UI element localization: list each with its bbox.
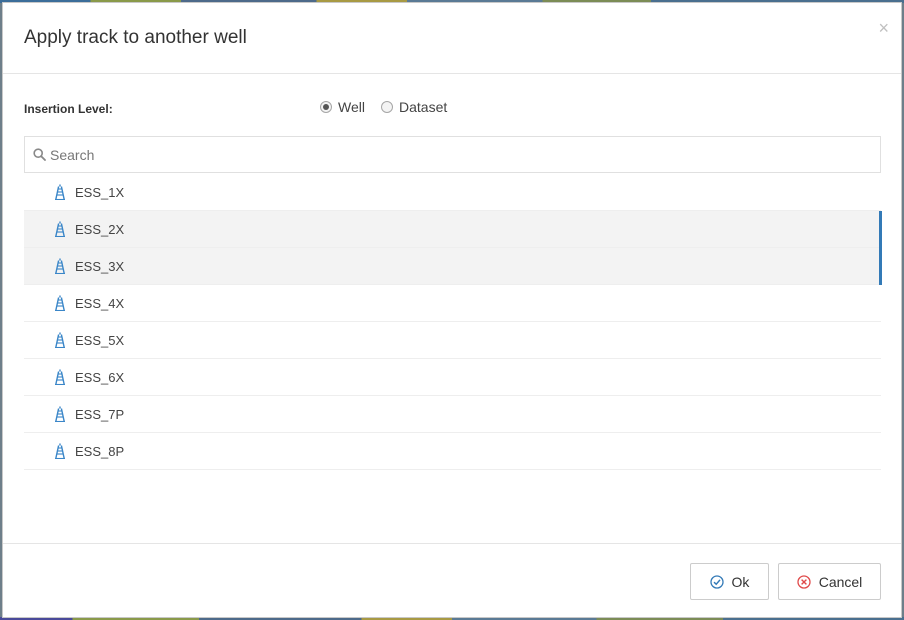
well-list-item[interactable]: ESS_3X — [24, 248, 882, 285]
well-list-item[interactable]: ESS_6X — [24, 359, 881, 396]
well-name: ESS_2X — [75, 221, 125, 237]
well-name: ESS_6X — [75, 369, 125, 385]
dialog-header: Apply track to another well × — [3, 3, 901, 74]
radio-well[interactable]: Well — [320, 99, 365, 115]
well-name: ESS_4X — [75, 295, 125, 311]
well-derrick-icon — [55, 406, 65, 422]
well-list-item[interactable]: ESS_2X — [24, 211, 882, 248]
well-list-item[interactable]: ESS_4X — [24, 285, 881, 322]
ok-button[interactable]: Ok — [690, 563, 769, 600]
radio-well-circle[interactable] — [320, 101, 332, 113]
insertion-level-row: Insertion Level: Well Dataset — [24, 95, 880, 119]
apply-track-dialog: Apply track to another well × Insertion … — [2, 2, 902, 618]
well-derrick-icon — [55, 184, 65, 200]
well-derrick-icon — [55, 332, 65, 348]
dialog-title: Apply track to another well — [24, 27, 247, 48]
radio-dataset-circle[interactable] — [381, 101, 393, 113]
close-icon[interactable]: × — [878, 19, 889, 37]
cancel-button-label: Cancel — [818, 573, 863, 590]
well-derrick-icon — [55, 369, 65, 385]
well-list: ESS_1X ESS_2X ESS_3X ESS_4X ESS_5X ESS_6X ESS_… — [24, 174, 882, 470]
well-derrick-icon — [55, 295, 65, 311]
well-list-item[interactable]: ESS_7P — [24, 396, 881, 433]
well-derrick-icon — [55, 443, 65, 459]
well-list-item[interactable]: ESS_5X — [24, 322, 881, 359]
check-circle-icon — [709, 574, 724, 589]
ok-button-label: Ok — [731, 573, 750, 590]
well-name: ESS_1X — [75, 184, 125, 200]
search-input[interactable] — [50, 146, 850, 163]
radio-dataset-label: Dataset — [399, 99, 448, 115]
dialog-footer: Ok Cancel — [3, 543, 901, 617]
well-name: ESS_5X — [75, 332, 125, 348]
radio-dataset[interactable]: Dataset — [381, 99, 447, 115]
well-list-item[interactable]: ESS_8P — [24, 433, 881, 470]
well-list-item[interactable]: ESS_1X — [24, 174, 881, 211]
insertion-level-label: Insertion Level: — [24, 102, 113, 116]
well-name: ESS_3X — [75, 258, 125, 274]
well-name: ESS_8P — [75, 443, 125, 459]
search-box[interactable] — [24, 136, 881, 173]
radio-well-label: Well — [338, 99, 365, 115]
close-circle-icon — [797, 574, 811, 589]
cancel-button[interactable]: Cancel — [778, 563, 881, 600]
well-derrick-icon — [55, 221, 65, 237]
well-derrick-icon — [55, 258, 65, 274]
search-icon — [33, 148, 46, 161]
well-name: ESS_7P — [75, 406, 125, 422]
